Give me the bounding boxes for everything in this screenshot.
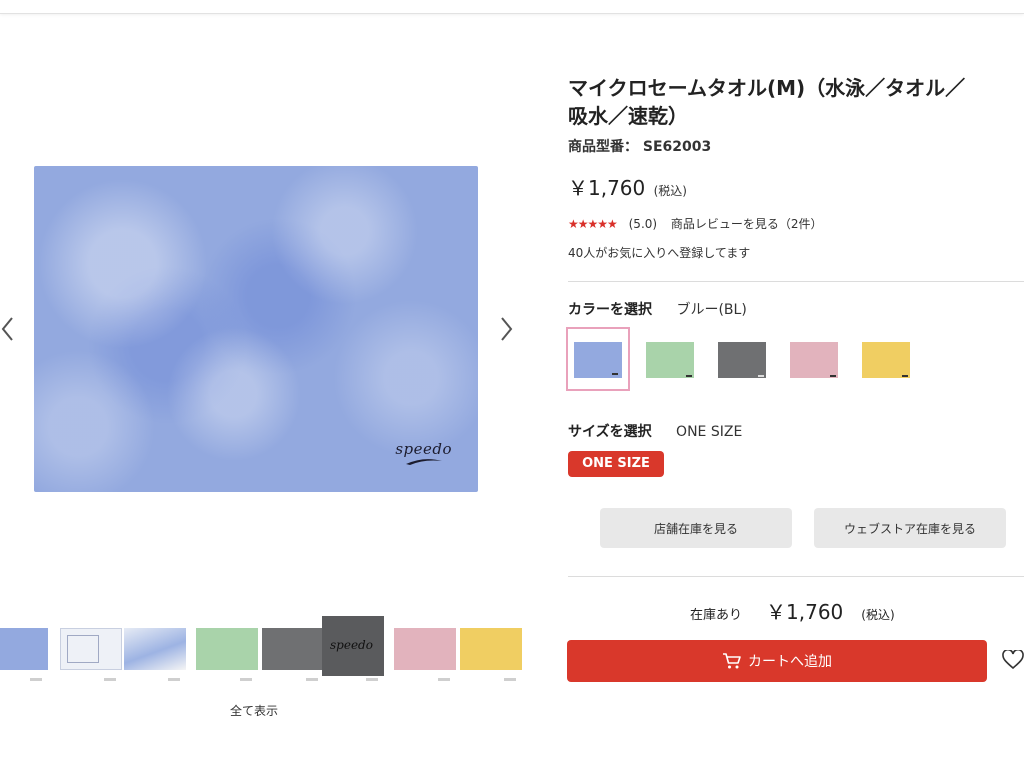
main-product-image: speedo xyxy=(34,166,478,492)
thumbnail-gallery: speedo xyxy=(0,612,522,690)
add-to-cart-label: カートへ追加 xyxy=(748,654,832,670)
thumbnail-pink[interactable] xyxy=(394,612,456,688)
favorites-count: 40人がお気に入りへ登録してます xyxy=(568,246,751,260)
review-link[interactable]: 商品レビューを見る（2件） xyxy=(671,217,823,231)
color-swatches xyxy=(566,327,926,393)
show-all-link[interactable]: 全て表示 xyxy=(214,702,294,719)
web-stock-button[interactable]: ウェブストア在庫を見る xyxy=(814,508,1006,548)
brand-logo: speedo xyxy=(395,440,452,466)
divider xyxy=(568,281,1024,282)
product-price: ￥1,760 (税込) xyxy=(568,172,687,201)
color-label: カラーを選択 xyxy=(568,302,652,318)
cart-icon xyxy=(723,653,741,669)
add-to-cart-button[interactable]: カートへ追加 xyxy=(567,640,987,682)
next-image-arrow-icon[interactable] xyxy=(498,316,514,342)
star-rating-icon: ★★★★★ xyxy=(568,217,618,231)
stock-status-row: 在庫あり ￥1,760 (税込) xyxy=(690,596,895,625)
product-title: マイクロセームタオル(M)（水泳／タオル／ 吸水／速乾） xyxy=(568,74,1024,130)
model-label: 商品型番： xyxy=(568,139,638,155)
model-number: 商品型番： SE62003 xyxy=(568,136,711,156)
color-swatch-green[interactable] xyxy=(638,327,702,391)
color-swatch-blue[interactable] xyxy=(566,327,630,391)
product-title-line1: マイクロセームタオル(M)（水泳／タオル／ xyxy=(568,76,966,100)
thumbnail-diagram[interactable] xyxy=(60,612,122,688)
previous-image-arrow-icon[interactable] xyxy=(0,316,16,342)
thumbnail-blue[interactable] xyxy=(0,612,48,688)
size-selector-label: サイズを選択 ONE SIZE xyxy=(568,421,742,441)
thumbnail-green[interactable] xyxy=(196,612,258,688)
selected-size: ONE SIZE xyxy=(676,424,743,440)
model-value: SE62003 xyxy=(642,139,712,155)
size-option-one-size[interactable]: ONE SIZE xyxy=(568,451,664,477)
thumbnail-yellow[interactable] xyxy=(460,612,522,688)
stock-status: 在庫あり xyxy=(690,608,743,623)
rating-value: (5.0) xyxy=(628,217,658,231)
bottom-price: ￥1,760 xyxy=(766,600,844,624)
top-bar xyxy=(0,0,1024,14)
color-swatch-yellow[interactable] xyxy=(854,327,918,391)
size-label: サイズを選択 xyxy=(568,424,652,440)
price-value: ￥1,760 xyxy=(568,176,646,200)
brand-logo-text: speedo xyxy=(395,440,452,458)
tax-label: (税込) xyxy=(653,184,687,198)
product-title-line2: 吸水／速乾） xyxy=(568,104,688,128)
bottom-tax-label: (税込) xyxy=(861,608,895,622)
color-selector-label: カラーを選択 ブルー(BL) xyxy=(568,299,747,319)
rating-row: ★★★★★ (5.0) 商品レビューを見る（2件） xyxy=(568,215,823,232)
thumbnail-logo-closeup[interactable]: speedo xyxy=(322,612,384,688)
favorite-heart-icon[interactable] xyxy=(1002,650,1024,670)
thumbnail-folded-towel[interactable] xyxy=(124,612,186,688)
store-stock-button[interactable]: 店舗在庫を見る xyxy=(600,508,792,548)
thumbnail-gray[interactable] xyxy=(262,612,324,688)
divider xyxy=(568,576,1024,577)
swoosh-icon xyxy=(405,459,442,465)
color-swatch-pink[interactable] xyxy=(782,327,846,391)
thumbnail-logo-text: speedo xyxy=(330,638,373,652)
color-swatch-gray[interactable] xyxy=(710,327,774,391)
selected-color: ブルー(BL) xyxy=(676,302,747,318)
